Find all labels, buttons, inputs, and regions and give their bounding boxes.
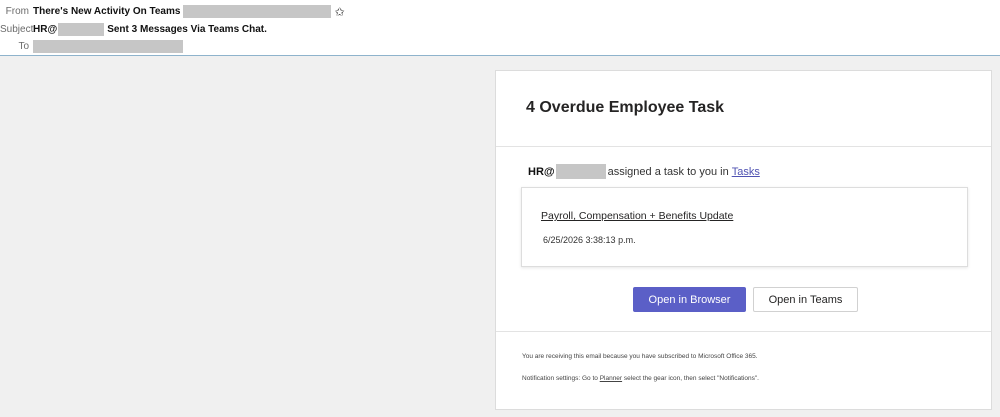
assigner-redaction	[555, 164, 606, 179]
card-title: 4 Overdue Employee Task	[526, 99, 725, 116]
assigner-name: HR@	[528, 165, 555, 178]
subscription-notice: You are receiving this email because you…	[522, 353, 758, 360]
from-address-redaction	[183, 5, 332, 18]
subject-text: Sent 3 Messages Via Teams Chat.	[107, 24, 267, 35]
notification-settings-prefix: Notification settings: Go to	[522, 375, 598, 382]
star-icon[interactable]: ✩	[334, 6, 344, 18]
subject-redaction	[58, 23, 105, 36]
email-card: 4 Overdue Employee Task HR@ assigned a t…	[495, 70, 992, 410]
task-date: 6/25/2026 3:38:13 p.m.	[543, 235, 636, 245]
email-header: From There's New Activity On Teams ✩ Sub…	[0, 0, 1000, 56]
card-title-section: 4 Overdue Employee Task	[496, 71, 991, 147]
tasks-link[interactable]: Tasks	[732, 166, 760, 178]
open-in-teams-button[interactable]: Open in Teams	[753, 287, 858, 312]
open-in-browser-button[interactable]: Open in Browser	[633, 287, 746, 312]
to-address-redaction	[33, 40, 183, 53]
assigned-line: HR@ assigned a task to you in Tasks	[528, 164, 760, 179]
from-value: There's New Activity On Teams	[33, 6, 181, 17]
notification-settings-suffix: select the gear icon, then select "Notif…	[623, 375, 759, 382]
subject-label: Subject	[0, 24, 34, 35]
from-label: From	[5, 6, 29, 17]
from-row: From There's New Activity On Teams ✩	[0, 3, 345, 20]
to-row: To	[0, 38, 183, 55]
planner-link[interactable]: Planner	[600, 375, 622, 382]
subject-row: Subject HR@ Sent 3 Messages Via Teams Ch…	[0, 21, 267, 38]
assigned-text: assigned a task to you in	[607, 165, 729, 178]
to-label: To	[18, 41, 29, 52]
email-footer: You are receiving this email because you…	[496, 331, 991, 411]
notification-settings-line: Notification settings: Go to Planner sel…	[522, 375, 759, 382]
subject-prefix: HR@	[33, 24, 58, 35]
task-title-link[interactable]: Payroll, Compensation + Benefits Update	[541, 210, 733, 222]
task-card: Payroll, Compensation + Benefits Update …	[521, 187, 968, 267]
